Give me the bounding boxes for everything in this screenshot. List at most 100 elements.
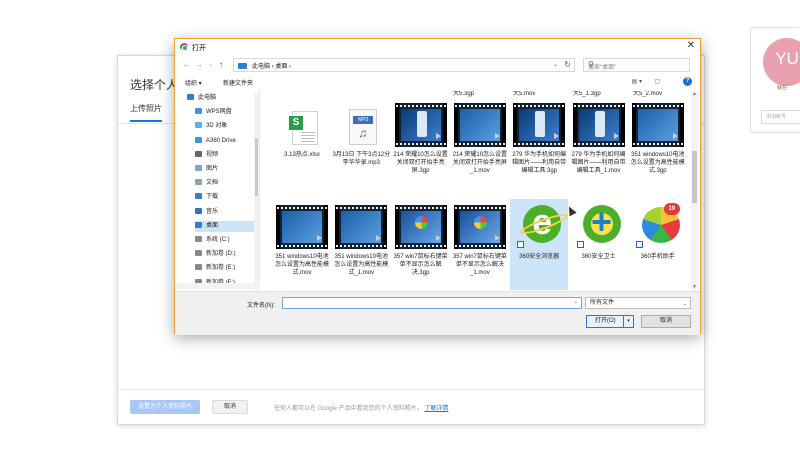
- sidebar-item[interactable]: 3D 对象: [195, 121, 259, 132]
- folder-icon: [195, 136, 202, 143]
- file-name: 351 windows10电池怎么设置为高性能模式.3gp: [630, 152, 685, 174]
- folder-icon: [187, 94, 194, 100]
- sidebar-item[interactable]: 音乐: [195, 207, 259, 218]
- scroll-down-icon[interactable]: ▼: [692, 284, 697, 290]
- sidebar-item-label: 桌面: [206, 222, 219, 229]
- file-name: 3.13热点.xlsx: [284, 152, 320, 158]
- helper-icon: [632, 203, 684, 249]
- chevron-down-icon[interactable]: ⌄: [574, 299, 578, 305]
- sidebar-item[interactable]: 文档: [195, 178, 259, 189]
- chevron-down-icon[interactable]: ⌄: [683, 299, 687, 309]
- filename-input[interactable]: ⌄: [282, 297, 582, 309]
- address-bar[interactable]: 此电脑 › 桌面 › ⌄ ↻: [233, 58, 575, 72]
- file-item[interactable]: 357 win7鼠标右键菜单不显示怎么解决_1.mov: [451, 199, 509, 290]
- bg-cancel-button[interactable]: 取消: [212, 400, 248, 414]
- cancel-button[interactable]: 取消: [641, 315, 691, 328]
- video-thumbnail-icon: [631, 103, 684, 147]
- nav-scroll-thumb[interactable]: [255, 138, 258, 196]
- sidebar-item[interactable]: 此电脑: [187, 93, 251, 104]
- folder-icon: [195, 236, 202, 242]
- file-item[interactable]: MP3 ♫ 3月13日 下午3点12分李华华录.mp3: [332, 97, 390, 192]
- refresh-icon[interactable]: ↻: [564, 60, 571, 69]
- breadcrumb[interactable]: 此电脑 › 桌面 ›: [252, 61, 291, 70]
- video-thumbnail-icon: [394, 205, 447, 249]
- ie-icon: [513, 201, 565, 249]
- file-item[interactable]: 360手机助手: [629, 199, 687, 290]
- sidebar-item[interactable]: 系统 (C:): [195, 235, 259, 246]
- chevron-down-icon[interactable]: ⌄: [208, 61, 213, 68]
- learn-more-link[interactable]: 了解详情: [424, 406, 448, 412]
- sidebar-item-label: 系统 (C:): [206, 237, 230, 243]
- sidebar-item[interactable]: 下载: [195, 192, 259, 203]
- folder-icon: [195, 193, 202, 200]
- set-profile-photo-button[interactable]: 设置为个人资料照片: [130, 400, 200, 414]
- sidebar-item[interactable]: 桌面: [195, 220, 259, 232]
- file-name: 279 华为手机如何编辑图片——利用自带编辑工具.3gp: [512, 152, 567, 174]
- file-item[interactable]: 279 华为手机如何编辑图片——利用自带编辑工具_1.mov: [570, 97, 628, 192]
- forward-icon[interactable]: →: [195, 60, 203, 69]
- sidebar-item[interactable]: 新加卷 (E:): [195, 263, 259, 274]
- add-account-field[interactable]: 添加帐号: [761, 110, 800, 124]
- preview-pane-icon[interactable]: ▢: [654, 78, 660, 85]
- view-options-icon[interactable]: ▤ ▾: [632, 78, 642, 85]
- up-icon[interactable]: ↑: [219, 60, 223, 69]
- avatar[interactable]: YU: [763, 38, 800, 86]
- xlsx-icon: S: [276, 103, 328, 147]
- file-item[interactable]: 360安全卫士: [570, 199, 628, 290]
- help-icon[interactable]: ?: [683, 77, 692, 86]
- titlebar: 打开 ✕: [175, 39, 700, 55]
- folder-icon: [195, 207, 202, 214]
- mp3-icon: MP3 ♫: [335, 103, 387, 147]
- open-file-dialog: 打开 ✕ ← → ⌄ ↑ 此电脑 › 桌面 › ⌄ ↻ 搜索"桌面" ⚲ 组织 …: [174, 38, 701, 335]
- file-scrollbar[interactable]: ▲ ▼: [691, 91, 698, 290]
- file-item[interactable]: 351 windows10电池怎么设置为高性能模式_1.mov: [332, 199, 390, 290]
- file-item[interactable]: 279 华为手机如何编辑图片——利用自带编辑工具.3gp: [510, 97, 568, 192]
- tab-upload-photo[interactable]: 上传照片: [130, 103, 162, 122]
- video-thumbnail-icon: [335, 205, 388, 249]
- sidebar-item[interactable]: 视频: [195, 150, 259, 161]
- sidebar-item-label: 文档: [206, 180, 219, 187]
- new-folder-button[interactable]: 新建文件夹: [223, 78, 253, 87]
- chrome-icon: [180, 43, 188, 51]
- sidebar-item-label: 图片: [206, 166, 219, 172]
- sidebar-item[interactable]: 图片: [195, 164, 259, 175]
- folder-icon: [195, 179, 202, 186]
- file-item[interactable]: 214 荣耀10怎么设置关闭双打开抬手亮屏.3gp: [392, 97, 450, 192]
- open-button[interactable]: 打开(O) ▾: [586, 315, 634, 328]
- folder-icon: [195, 165, 202, 171]
- open-dropdown-icon[interactable]: ▾: [623, 316, 633, 327]
- dialog-footer: 文件名(N): ⌄ 所有文件 ⌄ 打开(O) ▾ 取消: [175, 291, 700, 335]
- file-item[interactable]: 351 windows10电池怎么设置为高性能模式.3gp: [629, 97, 687, 192]
- file-item[interactable]: S 3.13热点.xlsx: [273, 97, 331, 192]
- filetype-select[interactable]: 所有文件 ⌄: [585, 297, 691, 309]
- folder-icon: [195, 150, 202, 157]
- scroll-up-icon[interactable]: ▲: [692, 91, 697, 97]
- video-thumbnail-icon: [453, 205, 506, 249]
- nav-hscrollbar[interactable]: [175, 283, 260, 289]
- chevron-down-icon[interactable]: ⌄: [553, 61, 558, 68]
- sidebar-item-label: 3D 对象: [206, 123, 228, 130]
- file-scroll-thumb[interactable]: [692, 151, 697, 203]
- sidebar-item[interactable]: A360 Drive: [195, 136, 259, 147]
- search-input[interactable]: 搜索"桌面" ⚲: [583, 58, 690, 72]
- nav-scrollbar[interactable]: [254, 93, 259, 290]
- file-name: 214 荣耀10怎么设置关闭双打开抬手亮屏_1.mov: [452, 152, 508, 174]
- file-item[interactable]: 357 win7鼠标右键菜单不显示怎么解决.3gp: [392, 199, 450, 290]
- file-name: 3月13日 下午3点12分李华华录.mp3: [332, 152, 391, 166]
- sidebar-item-label: 视频: [206, 151, 219, 158]
- file-item[interactable]: 351 windows10电池怎么设置为高性能模式.mov: [273, 199, 331, 290]
- close-icon[interactable]: ✕: [687, 40, 695, 51]
- organize-menu[interactable]: 组织 ▾: [185, 78, 202, 87]
- file-name: 360安全浏览器: [519, 254, 560, 260]
- account-card: YU 就在 添加帐号: [750, 27, 800, 133]
- folder-icon: [238, 63, 247, 69]
- sidebar-item[interactable]: WPS网盘: [195, 107, 259, 118]
- sidebar-item[interactable]: 新加卷 (D:): [195, 249, 259, 260]
- file-item[interactable]: 360安全浏览器: [510, 199, 569, 290]
- video-thumbnail-icon: [394, 103, 447, 147]
- file-item[interactable]: 214 荣耀10怎么设置关闭双打开抬手亮屏_1.mov: [451, 97, 509, 192]
- back-icon[interactable]: ←: [183, 60, 191, 69]
- privacy-note: 任何人都可以在 Google 产品中看到您的个人资料照片。 了解详情: [274, 406, 449, 412]
- file-name: 351 windows10电池怎么设置为高性能模式_1.mov: [334, 254, 389, 276]
- folder-icon: [195, 122, 202, 129]
